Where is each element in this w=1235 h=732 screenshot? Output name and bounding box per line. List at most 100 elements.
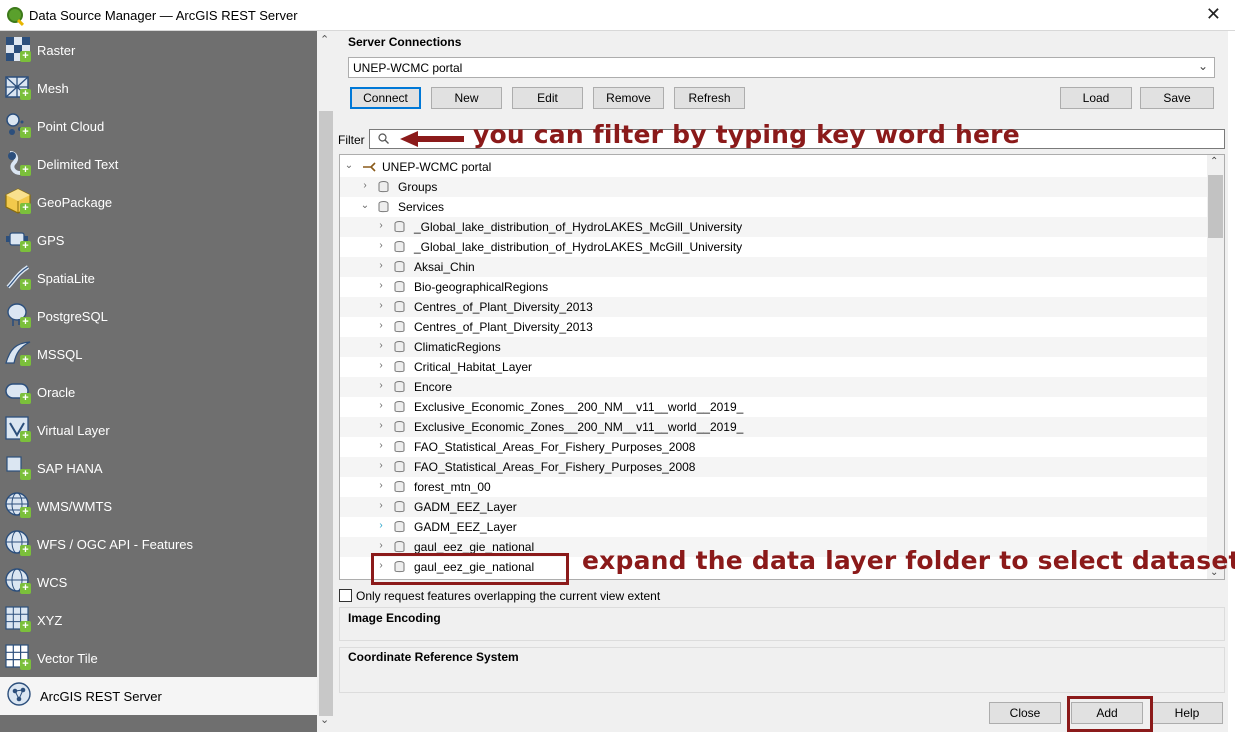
- sidebar-item-geopackage[interactable]: + GeoPackage: [0, 183, 317, 221]
- service-row[interactable]: › Encore: [340, 377, 1208, 397]
- sidebar-item-sap-hana[interactable]: + SAP HANA: [0, 449, 317, 487]
- chevron-right-icon[interactable]: ›: [376, 420, 386, 431]
- service-label: _Global_lake_distribution_of_HydroLAKES_…: [414, 240, 743, 254]
- chevron-right-icon[interactable]: ›: [376, 500, 386, 511]
- sidebar-item-wms-wmts[interactable]: + WMS/WMTS: [0, 487, 317, 525]
- service-row[interactable]: › ClimaticRegions: [340, 337, 1208, 357]
- sidebar-item-xyz[interactable]: + XYZ: [0, 601, 317, 639]
- service-row[interactable]: › FAO_Statistical_Areas_For_Fishery_Purpo…: [340, 437, 1208, 457]
- service-row[interactable]: › FAO_Statistical_Areas_For_Fishery_Purpo…: [340, 457, 1208, 477]
- sidebar-item-virtual-layer[interactable]: + Virtual Layer: [0, 411, 317, 449]
- sidebar-item-label: GPS: [37, 233, 65, 248]
- sidebar-item-label: SpatiaLite: [37, 271, 95, 286]
- tree-services-row[interactable]: ⌄ Services: [340, 197, 1208, 217]
- scroll-down-icon[interactable]: ⌄: [320, 713, 329, 726]
- server-connections-title: Server Connections: [348, 35, 462, 49]
- chevron-right-icon[interactable]: ›: [376, 300, 386, 311]
- add-plus-icon: +: [20, 659, 31, 670]
- load-button[interactable]: Load: [1060, 87, 1132, 109]
- scroll-up-icon[interactable]: ⌃: [320, 33, 329, 46]
- edit-button[interactable]: Edit: [512, 87, 583, 109]
- arcgis-rest-icon: [7, 682, 31, 706]
- chevron-right-icon[interactable]: ›: [376, 460, 386, 471]
- database-icon: [394, 361, 405, 373]
- scroll-up-icon[interactable]: ⌃: [1210, 156, 1218, 167]
- service-row[interactable]: › Centres_of_Plant_Diversity_2013: [340, 317, 1208, 337]
- new-button[interactable]: New: [431, 87, 502, 109]
- sidebar-item-wcs[interactable]: + WCS: [0, 563, 317, 601]
- sidebar-item-point-cloud[interactable]: + Point Cloud: [0, 107, 317, 145]
- scroll-thumb[interactable]: [319, 111, 333, 716]
- service-row[interactable]: › Exclusive_Economic_Zones__200_NM__v11__…: [340, 417, 1208, 437]
- crs-title: Coordinate Reference System: [348, 650, 519, 664]
- close-button[interactable]: Close: [989, 702, 1061, 724]
- chevron-right-icon[interactable]: ›: [376, 340, 386, 351]
- add-plus-icon: +: [20, 583, 31, 594]
- chevron-down-icon[interactable]: ⌄: [344, 160, 354, 171]
- sidebar-item-wfs-ogc[interactable]: + WFS / OGC API - Features: [0, 525, 317, 563]
- service-row[interactable]: › Exclusive_Economic_Zones__200_NM__v11__…: [340, 397, 1208, 417]
- service-row[interactable]: › GADM_EEZ_Layer: [340, 497, 1208, 517]
- expand-annotation: expand the data layer folder to select d…: [582, 546, 1235, 575]
- service-tree[interactable]: ⌄ UNEP-WCMC portal › Groups ⌄ Services ›…: [339, 154, 1225, 580]
- chevron-right-icon[interactable]: ›: [376, 440, 386, 451]
- service-row[interactable]: › Centres_of_Plant_Diversity_2013: [340, 297, 1208, 317]
- save-button[interactable]: Save: [1140, 87, 1214, 109]
- arcgis-connection-icon: [363, 162, 376, 172]
- service-row[interactable]: › GADM_EEZ_Layer: [340, 517, 1208, 537]
- sidebar-item-delimited-text[interactable]: + Delimited Text: [0, 145, 317, 183]
- tree-root-row[interactable]: ⌄ UNEP-WCMC portal: [340, 157, 1208, 177]
- chevron-right-icon[interactable]: ›: [376, 220, 386, 231]
- connection-dropdown[interactable]: UNEP-WCMC portal ⌄: [348, 57, 1215, 78]
- service-label: Critical_Habitat_Layer: [414, 360, 533, 374]
- service-row[interactable]: › Bio-geographicalRegions: [340, 277, 1208, 297]
- sidebar-item-spatialite[interactable]: + SpatiaLite: [0, 259, 317, 297]
- close-window-icon[interactable]: ✕: [1206, 4, 1221, 25]
- sidebar-item-label: GeoPackage: [37, 195, 113, 210]
- qgis-logo-icon: [7, 7, 23, 23]
- tree-scrollbar[interactable]: ⌃ ⌄: [1207, 155, 1224, 579]
- sidebar-item-oracle[interactable]: + Oracle: [0, 373, 317, 411]
- remove-button[interactable]: Remove: [593, 87, 664, 109]
- database-icon: [394, 481, 405, 493]
- tree-groups-row[interactable]: › Groups: [340, 177, 1208, 197]
- chevron-right-icon[interactable]: ›: [376, 400, 386, 411]
- service-label: Centres_of_Plant_Diversity_2013: [414, 320, 593, 334]
- scroll-thumb[interactable]: [1208, 175, 1223, 238]
- service-label: Bio-geographicalRegions: [414, 280, 549, 294]
- refresh-button[interactable]: Refresh: [674, 87, 745, 109]
- sidebar-item-arcgis-rest[interactable]: ArcGIS REST Server: [0, 677, 317, 715]
- chevron-right-icon[interactable]: ›: [376, 540, 386, 551]
- chevron-right-icon[interactable]: ›: [376, 320, 386, 331]
- service-row[interactable]: › forest_mtn_00: [340, 477, 1208, 497]
- connect-button[interactable]: Connect: [350, 87, 421, 109]
- sidebar-item-label: WMS/WMTS: [37, 499, 113, 514]
- help-button[interactable]: Help: [1151, 702, 1223, 724]
- chevron-right-icon[interactable]: ›: [376, 240, 386, 251]
- chevron-right-icon[interactable]: ›: [376, 380, 386, 391]
- sidebar-item-postgresql[interactable]: + PostgreSQL: [0, 297, 317, 335]
- chevron-right-icon[interactable]: ›: [376, 520, 386, 531]
- sidebar-item-mssql[interactable]: + MSSQL: [0, 335, 317, 373]
- chevron-down-icon[interactable]: ⌄: [360, 200, 370, 211]
- add-plus-icon: +: [20, 279, 31, 290]
- service-row[interactable]: › _Global_lake_distribution_of_HydroLAKES…: [340, 217, 1208, 237]
- add-plus-icon: +: [20, 545, 31, 556]
- service-row[interactable]: › Critical_Habitat_Layer: [340, 357, 1208, 377]
- chevron-right-icon[interactable]: ›: [376, 480, 386, 491]
- chevron-right-icon[interactable]: ›: [376, 260, 386, 271]
- overlap-checkbox[interactable]: [339, 589, 352, 602]
- chevron-right-icon[interactable]: ›: [376, 360, 386, 371]
- sidebar-item-raster[interactable]: + Raster: [0, 31, 317, 69]
- sidebar-scrollbar[interactable]: ⌃ ⌄: [317, 31, 335, 732]
- service-row[interactable]: › Aksai_Chin: [340, 257, 1208, 277]
- sidebar-item-mesh[interactable]: + Mesh: [0, 69, 317, 107]
- service-label: _Global_lake_distribution_of_HydroLAKES_…: [414, 220, 743, 234]
- database-icon: [394, 541, 405, 553]
- chevron-right-icon[interactable]: ›: [360, 180, 370, 191]
- add-plus-icon: +: [20, 431, 31, 442]
- sidebar-item-vector-tile[interactable]: + Vector Tile: [0, 639, 317, 677]
- service-row[interactable]: › _Global_lake_distribution_of_HydroLAKES…: [340, 237, 1208, 257]
- sidebar-item-gps[interactable]: + GPS: [0, 221, 317, 259]
- chevron-right-icon[interactable]: ›: [376, 280, 386, 291]
